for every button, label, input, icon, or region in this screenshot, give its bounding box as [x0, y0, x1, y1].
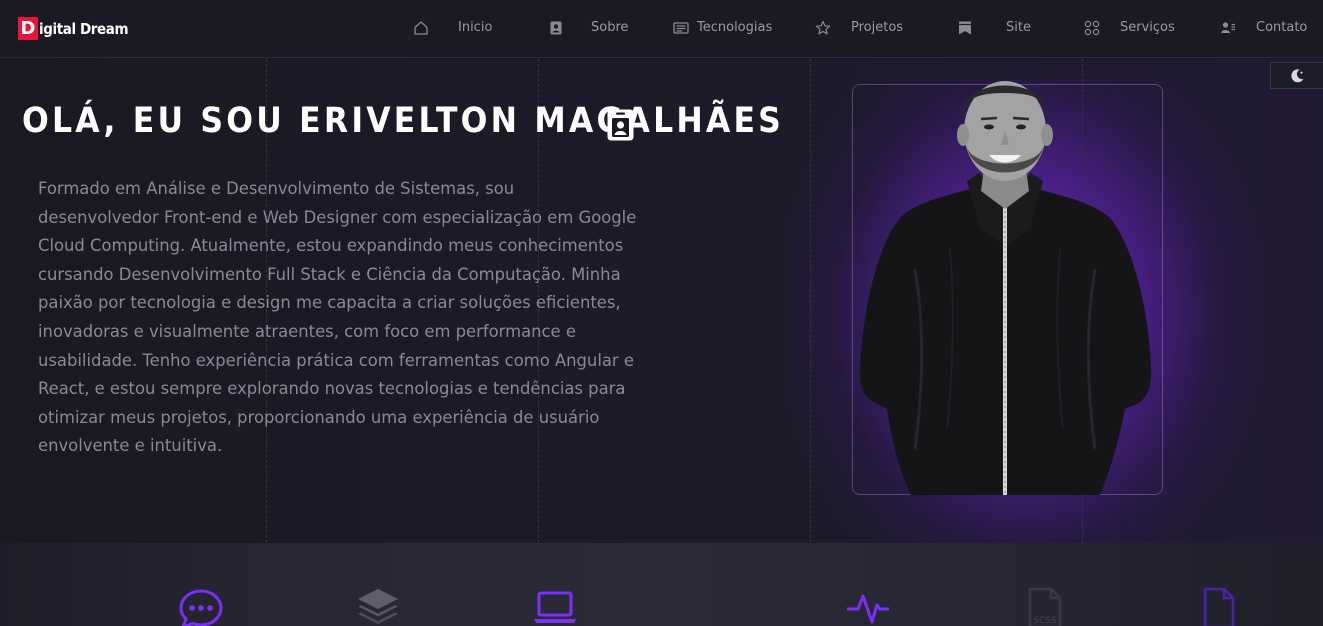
nav-label-site[interactable]: Site	[1006, 20, 1031, 35]
logo-text: igital Dream	[39, 19, 129, 38]
nav-label-inicio[interactable]: Inicio	[458, 20, 492, 35]
star-icon	[815, 20, 831, 35]
chat-icon[interactable]	[179, 589, 223, 626]
top-navbar: D igital Dream Inicio Sobre Tecnologias …	[0, 0, 1323, 58]
hero-section: OLÁ, EU SOU ERIVELTON MAGALHÃES Formado …	[0, 59, 1323, 543]
nav-item-inicio[interactable]	[413, 17, 429, 39]
pulse-icon[interactable]	[846, 593, 890, 625]
nav-label-tecnologias[interactable]: Tecnologias	[697, 20, 772, 35]
id-card-icon	[673, 22, 689, 34]
laptop-icon[interactable]	[533, 591, 577, 626]
nav-item-tecnologias[interactable]	[673, 17, 689, 39]
theme-toggle-button[interactable]	[1270, 62, 1323, 89]
nav-label-projetos[interactable]: Projetos	[851, 20, 903, 35]
hero-title: OLÁ, EU SOU ERIVELTON MAGALHÃES	[22, 101, 785, 141]
badge-icon	[607, 109, 634, 141]
nav-item-servicos[interactable]	[1084, 17, 1100, 39]
layers-icon[interactable]	[356, 587, 400, 626]
nav-item-projetos[interactable]	[815, 17, 831, 39]
bookmark-icon	[959, 21, 971, 35]
nav-label-servicos[interactable]: Serviços	[1120, 20, 1175, 35]
logo[interactable]: D igital Dream	[18, 17, 129, 40]
scss-label: SCSS	[1033, 616, 1057, 626]
nav-label-contato[interactable]: Contato	[1256, 20, 1307, 35]
profile-photo	[859, 81, 1152, 495]
hero-paragraph: Formado em Análise e Desenvolvimento de …	[38, 179, 637, 456]
nav-item-site[interactable]	[957, 17, 973, 39]
grid-icon	[1084, 20, 1100, 36]
nav-item-contato[interactable]	[1220, 17, 1236, 39]
scss-file-icon[interactable]: SCSS	[1026, 587, 1064, 626]
grid-divider	[810, 59, 811, 543]
skills-strip: SCSS	[0, 543, 1323, 626]
nav-label-sobre[interactable]: Sobre	[591, 20, 629, 35]
person-card-icon	[550, 21, 562, 35]
contact-icon	[1221, 22, 1235, 33]
file-icon[interactable]	[1202, 587, 1236, 626]
home-icon	[414, 21, 428, 35]
logo-mark: D	[18, 17, 38, 40]
moon-icon	[1291, 68, 1304, 82]
nav-item-sobre[interactable]	[548, 17, 564, 39]
